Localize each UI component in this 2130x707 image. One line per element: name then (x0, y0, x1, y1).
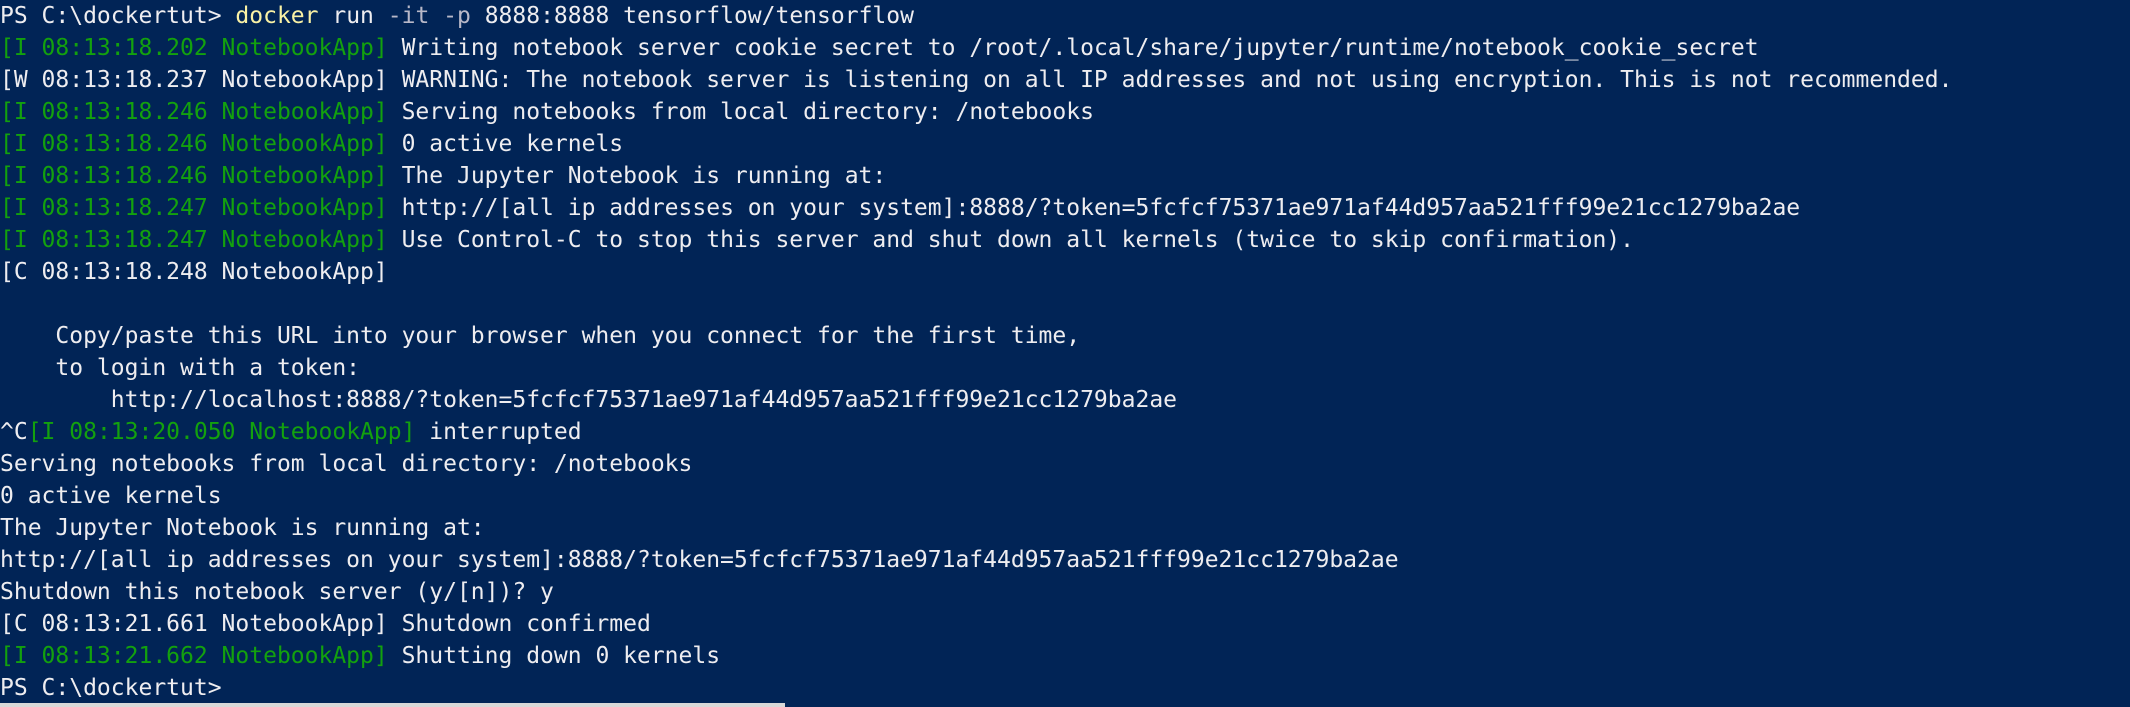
terminal-text-segment: 0 active kernels (387, 131, 624, 157)
terminal-text-segment: ^C (0, 419, 28, 445)
terminal-text-segment: [I 08:13:18.247 NotebookApp] (0, 195, 388, 221)
terminal-line: [I 08:13:18.247 NotebookApp] http://[all… (0, 192, 1952, 224)
terminal-line: Serving notebooks from local directory: … (0, 448, 1952, 480)
terminal-text-segment: 0 active kernels (0, 483, 222, 509)
terminal-text-segment: http://[all ip addresses on your system]… (0, 547, 1399, 573)
terminal-output: PS C:\dockertut> docker run -it -p 8888:… (0, 0, 1952, 704)
terminal-text-segment: The Jupyter Notebook is running at: (0, 515, 485, 541)
terminal-text-segment: run (318, 3, 388, 29)
terminal-line: The Jupyter Notebook is running at: (0, 512, 1952, 544)
terminal-line: http://[all ip addresses on your system]… (0, 544, 1952, 576)
terminal-line: [I 08:13:18.246 NotebookApp] The Jupyter… (0, 160, 1952, 192)
terminal-text-segment: [I 08:13:18.247 NotebookApp] (0, 227, 388, 253)
terminal-line: ^C[I 08:13:20.050 NotebookApp] interrupt… (0, 416, 1952, 448)
terminal-text-segment: http://[all ip addresses on your system]… (387, 195, 1801, 221)
terminal-line: [I 08:13:18.202 NotebookApp] Writing not… (0, 32, 1952, 64)
terminal-line: [C 08:13:21.661 NotebookApp] Shutdown co… (0, 608, 1952, 640)
terminal-text-segment: [C 08:13:21.661 NotebookApp] Shutdown co… (0, 611, 651, 637)
terminal-text-segment: -it -p (387, 3, 471, 29)
terminal-text-segment: [I 08:13:18.246 NotebookApp] (0, 131, 388, 157)
terminal-text-segment: http://localhost:8888/?token=5fcfcf75371… (0, 387, 1178, 413)
terminal-text-segment: to login with a token: (0, 355, 361, 381)
terminal-text-segment: PS C:\dockertut> (0, 3, 236, 29)
terminal-line: [I 08:13:18.246 NotebookApp] Serving not… (0, 96, 1952, 128)
terminal-text-segment: Use Control-C to stop this server and sh… (387, 227, 1634, 253)
terminal-window[interactable]: PS C:\dockertut> docker run -it -p 8888:… (0, 0, 2130, 707)
terminal-text-segment: Shutdown this notebook server (y/[n])? y (0, 579, 554, 605)
terminal-text-segment: 8888:8888 tensorflow/tensorflow (470, 3, 914, 29)
terminal-line: PS C:\dockertut> docker run -it -p 8888:… (0, 0, 1952, 32)
terminal-line: [W 08:13:18.237 NotebookApp] WARNING: Th… (0, 64, 1952, 96)
terminal-text-segment: Writing notebook server cookie secret to… (387, 35, 1759, 61)
terminal-text-segment: [I 08:13:18.202 NotebookApp] (0, 35, 388, 61)
terminal-text-segment: Serving notebooks from local directory: … (387, 99, 1094, 125)
terminal-text-segment: PS C:\dockertut> (0, 675, 222, 701)
terminal-text-segment: [I 08:13:18.246 NotebookApp] (0, 99, 388, 125)
terminal-text-segment: interrupted (415, 419, 582, 445)
terminal-line: Copy/paste this URL into your browser wh… (0, 320, 1952, 352)
selection-bar (0, 703, 785, 707)
terminal-text-segment: docker (235, 3, 319, 29)
terminal-text-segment: [I 08:13:18.246 NotebookApp] (0, 163, 388, 189)
terminal-text-segment: [I 08:13:20.050 NotebookApp] (27, 419, 416, 445)
terminal-text-segment: Copy/paste this URL into your browser wh… (0, 323, 1081, 349)
terminal-line: 0 active kernels (0, 480, 1952, 512)
terminal-text-segment: [C 08:13:18.248 NotebookApp] (0, 259, 388, 285)
terminal-text-segment: The Jupyter Notebook is running at: (387, 163, 887, 189)
terminal-line: [I 08:13:18.246 NotebookApp] 0 active ke… (0, 128, 1952, 160)
terminal-line: [I 08:13:18.247 NotebookApp] Use Control… (0, 224, 1952, 256)
terminal-text-segment: Shutting down 0 kernels (387, 643, 721, 669)
terminal-text-segment: [W 08:13:18.237 NotebookApp] WARNING: Th… (0, 67, 1953, 93)
terminal-line: Shutdown this notebook server (y/[n])? y (0, 576, 1952, 608)
terminal-line: to login with a token: (0, 352, 1952, 384)
terminal-line: PS C:\dockertut> (0, 672, 1952, 704)
terminal-text-segment: [I 08:13:21.662 NotebookApp] (0, 643, 388, 669)
terminal-line: http://localhost:8888/?token=5fcfcf75371… (0, 384, 1952, 416)
terminal-line: [C 08:13:18.248 NotebookApp] (0, 256, 1952, 288)
terminal-line: [I 08:13:21.662 NotebookApp] Shutting do… (0, 640, 1952, 672)
terminal-text-segment: Serving notebooks from local directory: … (0, 451, 693, 477)
